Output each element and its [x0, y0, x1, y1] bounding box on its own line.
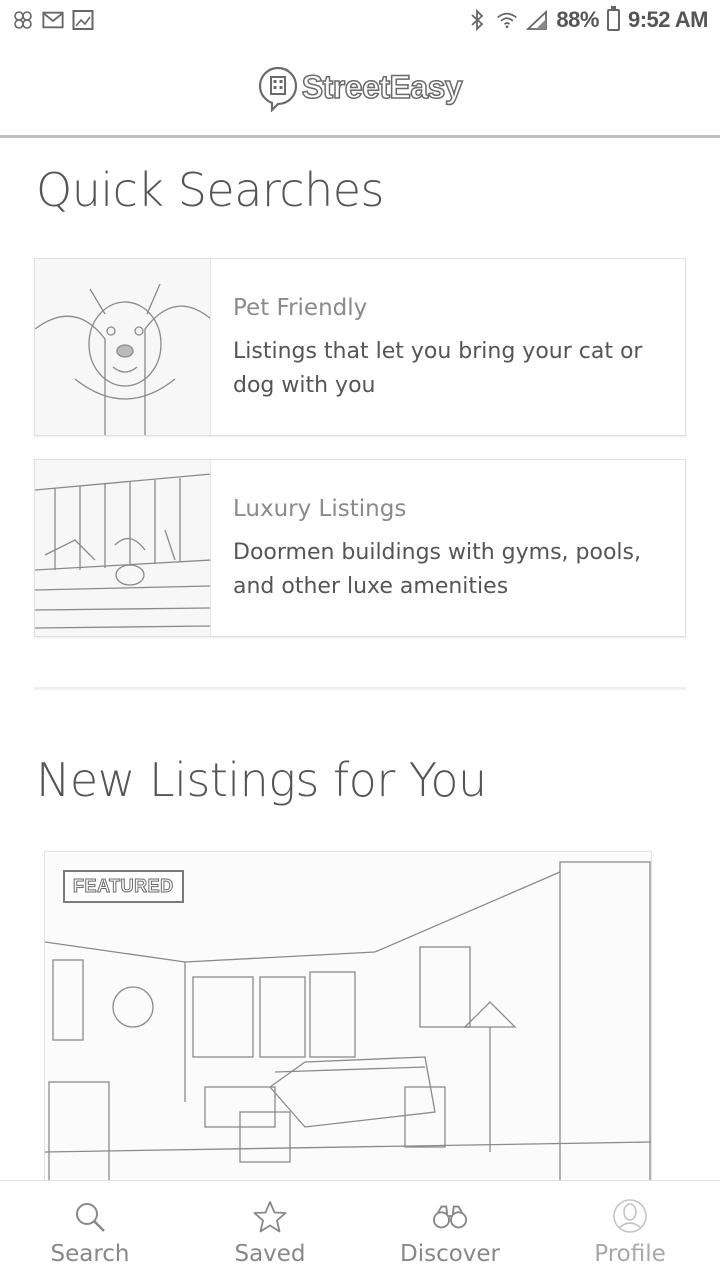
nav-item-discover[interactable]: Discover: [360, 1181, 540, 1280]
content-scroll[interactable]: Quick Searches Pet Friendly Listings tha: [0, 141, 720, 1181]
quick-search-name: Pet Friendly: [233, 295, 368, 321]
signal-icon: [526, 10, 548, 30]
pet-friendly-thumbnail: [35, 259, 211, 435]
gmail-icon: [42, 10, 64, 30]
nav-label: Discover: [399, 1241, 501, 1267]
quick-search-body: Luxury Listings Doormen buildings with g…: [211, 460, 685, 636]
status-left: [12, 10, 94, 30]
nav-item-profile[interactable]: Profile: [540, 1181, 720, 1280]
logo-building-icon: [258, 66, 298, 113]
streeteasy-logo[interactable]: StreetEasy: [258, 66, 463, 113]
battery-percent: 88%: [556, 7, 599, 32]
section-divider: [34, 687, 686, 690]
quick-search-name: Luxury Listings: [233, 496, 407, 522]
new-listings-title: New Listings for You: [36, 753, 487, 807]
featured-badge: FEATURED: [63, 870, 184, 903]
clock: 9:52 AM: [627, 7, 709, 32]
logo-text: StreetEasy: [301, 68, 463, 106]
status-bar: 88% 9:52 AM: [0, 0, 720, 40]
quick-search-description: Listings that let you bring your cat or …: [233, 339, 643, 398]
search-icon: [72, 1199, 108, 1235]
quick-search-card-luxury-listings[interactable]: Luxury Listings Doormen buildings with g…: [34, 459, 686, 637]
binoculars-icon: [432, 1199, 468, 1235]
quick-search-body: Pet Friendly Listings that let you bring…: [211, 259, 685, 435]
quick-search-description: Doormen buildings with gyms, pools, and …: [233, 540, 641, 599]
pinwheel-icon: [12, 10, 34, 30]
image-icon: [72, 10, 94, 30]
nav-label: Profile: [594, 1241, 666, 1267]
quick-search-card-pet-friendly[interactable]: Pet Friendly Listings that let you bring…: [34, 258, 686, 436]
nav-label: Saved: [234, 1241, 306, 1267]
luxury-listings-thumbnail: [35, 460, 211, 636]
nav-item-saved[interactable]: Saved: [180, 1181, 360, 1280]
quick-searches-title: Quick Searches: [36, 163, 385, 217]
bottom-nav: Search Saved Discover Profile: [0, 1180, 720, 1280]
star-icon: [252, 1199, 288, 1235]
nav-label: Search: [50, 1241, 130, 1267]
profile-icon: [612, 1199, 648, 1235]
app-bar: StreetEasy: [0, 40, 720, 138]
battery-icon: [606, 6, 620, 31]
nav-item-search[interactable]: Search: [0, 1181, 180, 1280]
status-right: 88% 9:52 AM: [466, 6, 709, 33]
wifi-icon: [496, 10, 518, 30]
featured-listing-card[interactable]: FEATURED: [44, 851, 652, 1181]
bluetooth-icon: [466, 9, 488, 31]
